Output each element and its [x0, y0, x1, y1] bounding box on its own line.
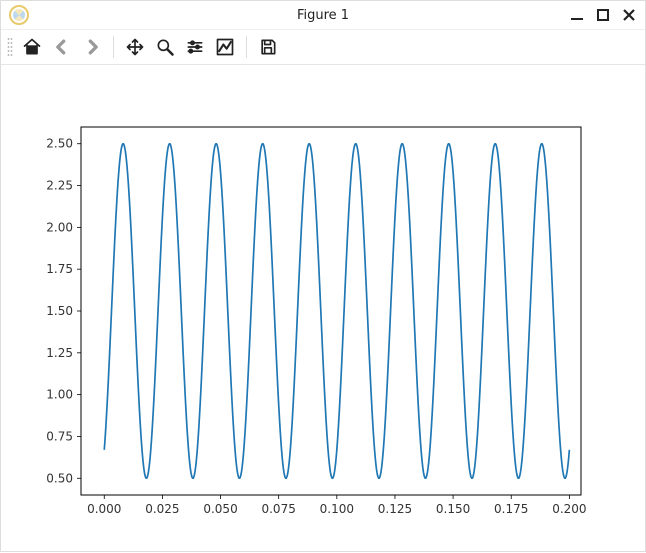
- back-button[interactable]: [49, 34, 75, 60]
- window-title: Figure 1: [1, 8, 645, 23]
- x-tick-label: 0.050: [203, 502, 237, 516]
- close-button[interactable]: [621, 7, 637, 23]
- axes-button[interactable]: [212, 34, 238, 60]
- home-icon: [22, 37, 42, 57]
- toolbar: [1, 29, 645, 65]
- save-button[interactable]: [255, 34, 281, 60]
- subplots-button[interactable]: [182, 34, 208, 60]
- x-tick-label: 0.125: [378, 502, 412, 516]
- y-tick-label: 1.75: [46, 262, 73, 276]
- y-tick-label: 0.50: [46, 471, 73, 485]
- chart-area[interactable]: 0.000 0.025 0.050 0.075 0.100 0.125 0.150 0.175…: [1, 65, 645, 551]
- x-tick-label: 0.175: [494, 502, 528, 516]
- pan-button[interactable]: [122, 34, 148, 60]
- y-tick-label: 1.00: [46, 388, 73, 402]
- zoom-button[interactable]: [152, 34, 178, 60]
- x-tick-label: 0.100: [320, 502, 354, 516]
- x-tick-label: 0.200: [552, 502, 586, 516]
- chart-svg: 0.000 0.025 0.050 0.075 0.100 0.125 0.150 0.175…: [1, 65, 646, 553]
- minimize-icon: [569, 7, 585, 23]
- y-tick-label: 2.00: [46, 220, 73, 234]
- forward-icon: [82, 37, 102, 57]
- y-tick-label: 2.25: [46, 179, 73, 193]
- x-tick-label: 0.075: [261, 502, 295, 516]
- window-controls: [569, 7, 637, 23]
- minimize-button[interactable]: [569, 7, 585, 23]
- y-tick-label: 2.50: [46, 137, 73, 151]
- x-tick-label: 0.000: [87, 502, 121, 516]
- matplotlib-icon: [9, 5, 29, 25]
- figure-window: Figure 1: [0, 0, 646, 552]
- y-tick-label: 1.50: [46, 304, 73, 318]
- sliders-icon: [185, 37, 205, 57]
- y-tick-label: 0.75: [46, 429, 73, 443]
- toolbar-sep-2: [246, 36, 247, 58]
- x-tick-label: 0.025: [145, 502, 179, 516]
- y-tick-label: 1.25: [46, 346, 73, 360]
- line-series-0: [104, 144, 569, 478]
- forward-button[interactable]: [79, 34, 105, 60]
- maximize-icon: [595, 7, 611, 23]
- toolbar-handle: [7, 37, 13, 57]
- zoom-icon: [155, 37, 175, 57]
- close-icon: [621, 7, 637, 23]
- chart-line-icon: [215, 37, 235, 57]
- home-button[interactable]: [19, 34, 45, 60]
- titlebar: Figure 1: [1, 1, 645, 29]
- x-tick-label: 0.150: [436, 502, 470, 516]
- back-icon: [52, 37, 72, 57]
- save-icon: [258, 37, 278, 57]
- pan-icon: [125, 37, 145, 57]
- toolbar-sep-1: [113, 36, 114, 58]
- maximize-button[interactable]: [595, 7, 611, 23]
